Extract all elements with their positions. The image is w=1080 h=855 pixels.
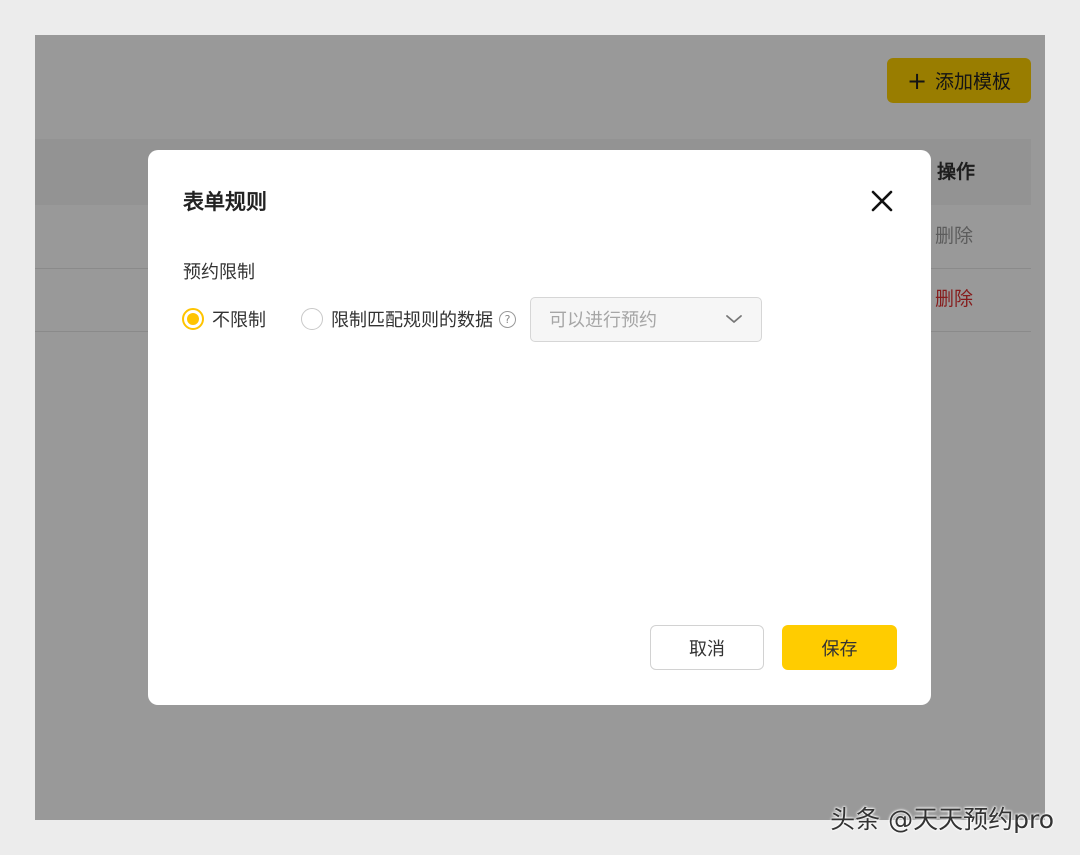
radio-label: 不限制 [212, 310, 266, 331]
form-rules-dialog: 表单规则 预约限制 不限制 限制匹配规则的数据 ? 可以进行预约 取消 保存 [148, 150, 931, 705]
radio-unchecked-icon [301, 308, 323, 330]
radio-checked-icon [182, 308, 204, 330]
booking-limit-options: 不限制 限制匹配规则的数据 ? 可以进行预约 [182, 296, 762, 342]
screenshot-frame: + 添加模板 操作 删除 删除 表单规则 预约限制 不限制 限制匹配规则的数据 … [0, 0, 1080, 855]
chevron-down-icon [726, 315, 742, 323]
radio-label: 限制匹配规则的数据 [331, 310, 493, 331]
booking-action-select[interactable]: 可以进行预约 [530, 296, 762, 342]
dialog-title: 表单规则 [183, 190, 267, 214]
cancel-button[interactable]: 取消 [650, 625, 764, 670]
radio-no-limit[interactable]: 不限制 [182, 306, 266, 332]
radio-limit-matching[interactable]: 限制匹配规则的数据 ? [301, 306, 516, 332]
select-value: 可以进行预约 [549, 310, 657, 331]
help-icon[interactable]: ? [499, 310, 516, 328]
booking-limit-label: 预约限制 [183, 262, 255, 283]
close-icon[interactable] [869, 188, 895, 214]
save-button[interactable]: 保存 [782, 625, 897, 670]
watermark: 头条 @天天预约pro [830, 805, 1054, 834]
